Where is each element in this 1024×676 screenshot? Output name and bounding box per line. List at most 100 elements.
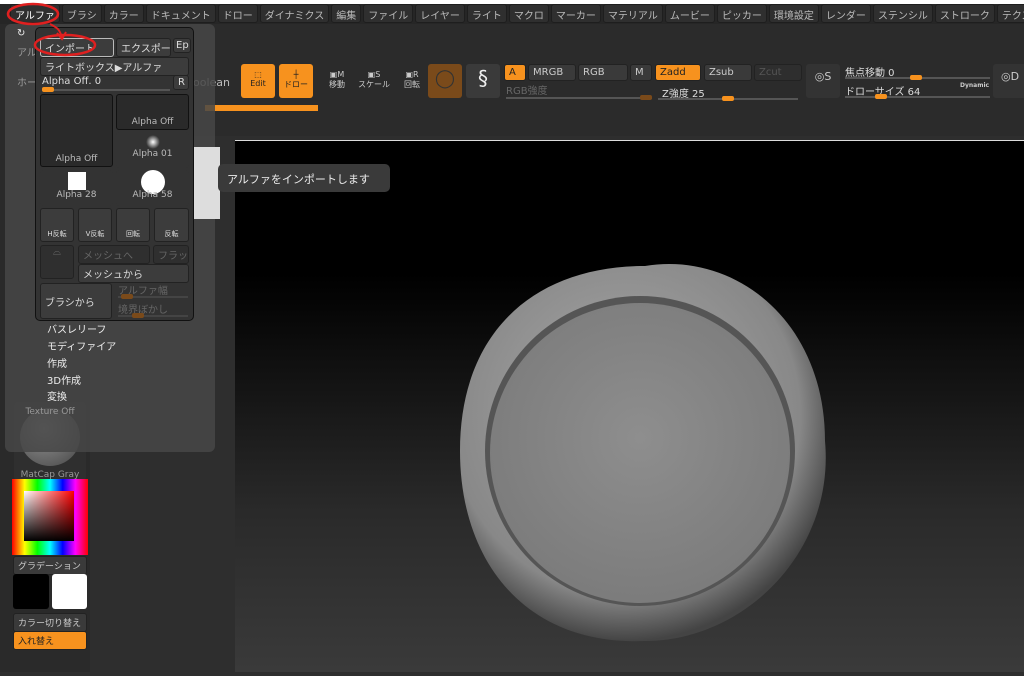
draw-size-slider[interactable] [845, 94, 990, 99]
alpha-menu-popup: インポート エクスポー Ep ライトボックス▶アルファ Alpha Off. 0… [35, 27, 194, 321]
menu-4[interactable]: ドロー [217, 4, 258, 23]
ep-button[interactable]: Ep [173, 38, 191, 53]
secondary-color-swatch[interactable] [13, 574, 49, 609]
menu-5[interactable]: ダイナミクス [259, 4, 330, 23]
flat-button[interactable]: フラット [153, 245, 189, 264]
submenu-convert[interactable]: 変換 [47, 392, 67, 404]
material-button[interactable]: ◯ [428, 64, 462, 98]
thumb-label: Alpha 01 [132, 149, 173, 159]
rgb-intensity-label: RGB強度 [506, 86, 548, 97]
zsub-button[interactable]: Zsub [704, 64, 752, 81]
dynamic-button[interactable]: Dynamic [960, 82, 989, 89]
menubar: アルファ ブラシ カラー ドキュメント ドロー ダイナミクス 編集 ファイル レイヤー ライト マク… [0, 4, 1024, 24]
d-button[interactable]: ◎D [993, 64, 1024, 98]
invert-button[interactable]: 反転 [154, 208, 189, 242]
main-color-swatch[interactable] [52, 574, 87, 609]
menu-12[interactable]: マテリアル [602, 4, 663, 23]
draw-button[interactable]: ┼ ドロー [279, 64, 313, 98]
scale-button[interactable]: ▣S スケール [357, 64, 391, 98]
rotate-icon: ▣R [405, 70, 419, 79]
lazy-mouse-icon: ◎ [814, 70, 825, 83]
menu-7[interactable]: ファイル [363, 4, 414, 23]
material-icon: ◯ [434, 68, 456, 89]
alpha-thumb[interactable]: Alpha Off [116, 94, 189, 130]
submenu-create-3d[interactable]: 3D作成 [47, 376, 81, 388]
focal-shift-slider[interactable] [845, 75, 990, 80]
scale-label: スケール [358, 80, 390, 89]
s-label: S [824, 70, 832, 83]
color-square[interactable] [24, 491, 74, 541]
menu-3[interactable]: ドキュメント [145, 4, 216, 23]
color-picker[interactable] [12, 479, 88, 555]
flip-v-button[interactable]: V反転 [78, 208, 112, 242]
alpha-off-label: Alpha Off. 0 [42, 76, 102, 87]
move-icon: ▣M [329, 70, 345, 79]
crosshair-icon: ┼ [293, 70, 299, 79]
swap-button[interactable]: 入れ替え [13, 631, 87, 650]
m-button[interactable]: M [630, 64, 652, 81]
z-intensity-slider[interactable] [658, 96, 798, 101]
from-mesh-button[interactable]: メッシュから [78, 264, 189, 283]
border-blur-slider[interactable] [118, 313, 188, 318]
submenu-create[interactable]: 作成 [47, 359, 67, 371]
progress-bar [205, 105, 318, 111]
submenu-modifiers[interactable]: モディファイア [47, 342, 116, 354]
draw-label: ドロー [284, 80, 308, 89]
submenu-bas-relief[interactable]: バスレリーフ [47, 325, 106, 337]
menu-19[interactable]: テクスチャ [996, 4, 1024, 23]
wax-seal-model [460, 263, 826, 642]
menu-10[interactable]: マクロ [508, 4, 549, 23]
scale-icon: ▣S [367, 70, 381, 79]
menu-11[interactable]: マーカー [550, 4, 601, 23]
s-button[interactable]: ◎S [806, 64, 840, 98]
canvas[interactable] [235, 140, 1024, 672]
menu-14[interactable]: ピッカー [716, 4, 767, 23]
alpha-slider[interactable] [42, 87, 170, 92]
dynamic-icon: ◎ [1000, 70, 1011, 83]
edit-button[interactable]: ⬚ Edit [241, 64, 275, 98]
alpha-01-icon [145, 135, 160, 149]
a-button[interactable]: A [504, 64, 526, 81]
thumb-label: Alpha Off [55, 154, 98, 164]
rgb-intensity-slider[interactable] [506, 95, 652, 100]
move-label: 移動 [329, 80, 345, 89]
menu-18[interactable]: ストローク [934, 4, 995, 23]
thumb-label: Alpha 28 [56, 190, 97, 200]
menu-13[interactable]: ムービー [664, 4, 715, 23]
menu-9[interactable]: ライト [466, 4, 507, 23]
stroke-icon: § [478, 66, 488, 90]
switch-color-button[interactable]: カラー切り替え [13, 613, 87, 632]
rotate-button[interactable]: ▣R 回転 [395, 64, 429, 98]
to-mesh-button[interactable]: メッシュへ [78, 245, 150, 264]
home-label: ホー [17, 78, 37, 89]
export-button[interactable]: エクスポー [116, 38, 171, 57]
menu-8[interactable]: レイヤー [415, 4, 465, 23]
rgb-button[interactable]: RGB [578, 64, 628, 81]
alpha-28-icon [67, 172, 86, 190]
alpha-width-slider[interactable] [118, 294, 188, 299]
menu-15[interactable]: 環境設定 [768, 4, 819, 23]
menu-16[interactable]: レンダー [820, 4, 871, 23]
mrgb-button[interactable]: MRGB [528, 64, 576, 81]
r-button[interactable]: R [173, 75, 189, 90]
alpha-thumb-current[interactable]: Alpha Off [40, 94, 113, 167]
rotate-alpha-button[interactable]: 回転 [116, 208, 150, 242]
menu-17[interactable]: ステンシル [872, 4, 933, 23]
panel-edge [193, 147, 220, 219]
thumb-label: Alpha Off [131, 117, 174, 127]
zcut-button[interactable]: Zcut [754, 64, 802, 81]
zadd-button[interactable]: Zadd [655, 64, 701, 81]
alpha-thumb[interactable]: Alpha 28 [40, 170, 113, 206]
stroke-button[interactable]: § [466, 64, 500, 98]
flip-h-button[interactable]: H反転 [40, 208, 74, 242]
alpha-thumb[interactable]: Alpha 58 [116, 170, 189, 206]
alpha-thumb[interactable]: Alpha 01 [116, 132, 189, 168]
from-brush-button[interactable]: ブラシから [40, 283, 112, 319]
move-button[interactable]: ▣M 移動 [320, 64, 354, 98]
edit-icon: ⬚ [254, 70, 262, 79]
d-label: D [1010, 70, 1020, 83]
thumb-label: Alpha 58 [132, 190, 173, 200]
menu-6[interactable]: 編集 [331, 4, 362, 23]
gradient-button[interactable]: グラデーション [13, 556, 87, 575]
depth-icon: ⌓ [40, 245, 74, 279]
